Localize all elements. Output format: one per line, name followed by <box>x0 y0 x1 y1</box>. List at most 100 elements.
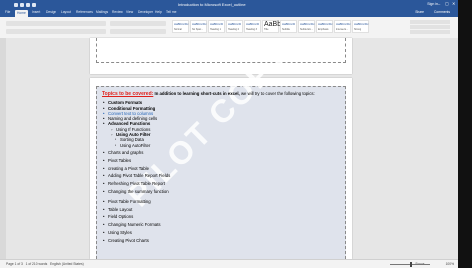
style-sample: AaBbCcD <box>246 22 260 26</box>
ribbon-home: AaBbCcDc Normal AaBbCcDc No Spac... AaBb… <box>0 17 458 39</box>
document-canvas: PILOT COPY Topics to be covered: In addi… <box>6 37 458 259</box>
redo-icon[interactable] <box>32 2 36 7</box>
undo-icon[interactable] <box>26 2 30 7</box>
topics-heading: Topics to be covered: <box>102 91 154 97</box>
style-sample: AaBb <box>264 21 282 28</box>
tab-layout[interactable]: Layout <box>61 10 71 14</box>
style-name: Intense E... <box>336 28 349 31</box>
topic-list-1: Custom Formats Conditional Formatting Co… <box>102 100 342 148</box>
list-item: Pivot Tables <box>102 158 342 164</box>
style-name: Heading 1 <box>210 28 221 31</box>
style-heading-3[interactable]: AaBbCcD Heading 3 <box>244 20 261 33</box>
tab-references[interactable]: References <box>76 10 93 14</box>
style-normal[interactable]: AaBbCcDc Normal <box>172 20 189 33</box>
editing-group <box>410 20 450 34</box>
select-button[interactable] <box>410 30 450 34</box>
style-sample: AaBbCcDc <box>336 22 351 26</box>
style-sample: AaBbCcDc <box>192 22 207 26</box>
style-name: Heading 2 <box>228 28 239 31</box>
paragraph-align-buttons[interactable] <box>110 29 166 34</box>
style-no-spacing[interactable]: AaBbCcDc No Spac... <box>190 20 207 33</box>
list-item: Refreshing Pivot Table Report <box>102 181 342 187</box>
status-bar: Page 1 of 3 1 of 210 words English (Unit… <box>0 259 458 268</box>
style-sample: AaBbCcD <box>282 22 296 26</box>
style-heading-1[interactable]: AaBbCcD Heading 1 <box>208 20 225 33</box>
tab-review[interactable]: Review <box>112 10 123 14</box>
document-title: Introduction to Microsoft Excel_outline <box>178 2 246 7</box>
font-format-buttons[interactable] <box>6 29 106 34</box>
style-sample: AaBbCcDc <box>354 22 369 26</box>
tab-mailings[interactable]: Mailings <box>96 10 108 14</box>
font-name-box[interactable] <box>6 21 106 26</box>
ribbon-tabs: File Home Insert Design Layout Reference… <box>0 9 458 17</box>
style-title[interactable]: AaBb Title <box>262 20 282 33</box>
word-window: Introduction to Microsoft Excel_outline … <box>0 0 458 268</box>
document-page[interactable]: PILOT COPY Topics to be covered: In addi… <box>90 37 352 259</box>
zoom-level[interactable]: 100% <box>446 262 454 266</box>
tab-view[interactable]: View <box>126 10 133 14</box>
list-item: Changing the summary function <box>102 189 342 195</box>
topic-list-3: Pivot Table Formatting Table Layout Fiel… <box>102 199 342 243</box>
screen-edge <box>458 0 472 268</box>
style-name: Title <box>264 28 269 31</box>
style-emphasis[interactable]: AaBbCcDc Emphasis <box>316 20 333 33</box>
tab-insert[interactable]: Insert <box>32 10 40 14</box>
style-name: Subtle Em... <box>300 28 314 31</box>
list-item: Charts and graphs <box>102 150 342 156</box>
title-bar: Introduction to Microsoft Excel_outline … <box>0 0 458 9</box>
list-item: Adding Pivot Table Report Fields <box>102 173 342 179</box>
style-strong[interactable]: AaBbCcDc Strong <box>352 20 369 33</box>
style-sample: AaBbCcD <box>210 22 224 26</box>
tab-design[interactable]: Design <box>46 10 56 14</box>
autosave-icon[interactable] <box>14 2 18 7</box>
comments-button[interactable]: Comments <box>434 10 450 14</box>
style-sample: AaBbCcDc <box>300 22 315 26</box>
style-name: Subtitle <box>282 28 290 31</box>
document-body[interactable]: Topics to be covered: In addition to lea… <box>102 91 342 243</box>
previous-page <box>90 38 352 74</box>
maximize-icon[interactable]: ▢ <box>445 1 449 6</box>
intro-text: we will try to cover the following topic… <box>240 91 315 96</box>
intro-paragraph: Topics to be covered: In addition to lea… <box>102 91 342 97</box>
list-item: creating a Pivot Table <box>102 166 342 172</box>
paragraph-list-buttons[interactable] <box>110 21 166 26</box>
save-icon[interactable] <box>20 2 24 7</box>
list-item: Changing Numeric Formats <box>102 222 342 228</box>
style-name: No Spac... <box>192 28 204 31</box>
quick-access-toolbar <box>14 1 42 8</box>
close-icon[interactable]: ✕ <box>452 1 456 6</box>
list-item: Creating Pivot Charts <box>102 238 342 244</box>
zoom-slider-thumb[interactable] <box>410 262 412 267</box>
tab-developer[interactable]: Developer <box>138 10 153 14</box>
list-item: Using AutoFilter <box>102 143 342 149</box>
style-sample: AaBbCcDc <box>174 22 189 26</box>
style-intense-emphasis[interactable]: AaBbCcDc Intense E... <box>334 20 351 33</box>
page-border <box>96 38 346 63</box>
topic-list-2: Charts and graphs Pivot Tables creating … <box>102 150 342 194</box>
style-name: Strong <box>354 28 362 31</box>
tab-tell-me[interactable]: Tell me <box>166 10 176 14</box>
window-controls: – ▢ ✕ <box>438 1 456 6</box>
tab-help[interactable]: Help <box>155 10 162 14</box>
style-name: Normal <box>174 28 182 31</box>
intro-bold-text: In addition to learning short-cuts in ex… <box>154 91 240 96</box>
find-button[interactable] <box>410 20 450 24</box>
replace-button[interactable] <box>410 25 450 29</box>
style-heading-2[interactable]: AaBbCcD Heading 2 <box>226 20 243 33</box>
word-count[interactable]: 1 of 210 words <box>26 262 48 266</box>
share-button[interactable]: Share <box>415 10 424 14</box>
style-name: Heading 3 <box>246 28 257 31</box>
style-sample: AaBbCcDc <box>318 22 333 26</box>
language-indicator[interactable]: English (United States) <box>50 262 84 266</box>
style-subtitle[interactable]: AaBbCcD Subtitle <box>280 20 297 33</box>
style-sample: AaBbCcD <box>228 22 242 26</box>
status-left: Page 1 of 3 1 of 210 words English (Unit… <box>6 262 84 266</box>
tab-home[interactable]: Home <box>15 10 28 17</box>
tab-file[interactable]: File <box>5 10 10 14</box>
minimize-icon[interactable]: – <box>438 1 442 6</box>
sign-in-link[interactable]: Sign in <box>427 2 438 6</box>
style-subtle-emphasis[interactable]: AaBbCcDc Subtle Em... <box>298 20 315 33</box>
list-item: Using Styles <box>102 230 342 236</box>
list-item: Pivot Table Formatting <box>102 199 342 205</box>
page-count[interactable]: Page 1 of 3 <box>6 262 23 266</box>
